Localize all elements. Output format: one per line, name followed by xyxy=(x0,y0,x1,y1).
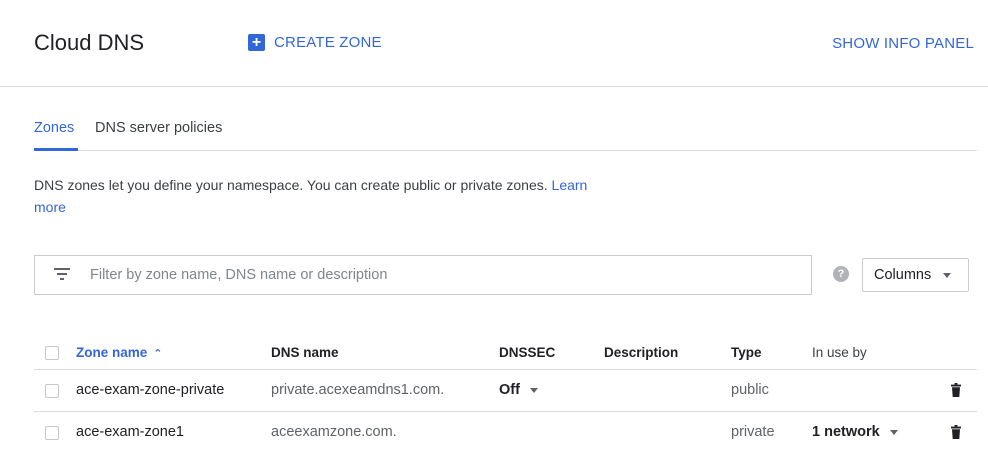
zone-name-header-label: Zone name xyxy=(76,345,148,360)
row-divider xyxy=(34,411,977,412)
dnssec-dropdown[interactable]: Off xyxy=(499,382,538,398)
columns-dropdown[interactable]: Columns xyxy=(862,258,969,292)
dns-name-cell: aceexamzone.com. xyxy=(271,424,397,440)
help-icon[interactable]: ? xyxy=(833,266,849,282)
header-divider xyxy=(0,86,988,87)
column-header-dns-name[interactable]: DNS name xyxy=(271,345,339,360)
page-title: Cloud DNS xyxy=(34,30,145,55)
column-header-description[interactable]: Description xyxy=(604,345,678,360)
sort-ascending-icon: ⌃ xyxy=(153,348,163,360)
row-checkbox[interactable] xyxy=(45,426,59,440)
description-text: DNS zones let you define your namespace.… xyxy=(34,177,548,193)
page-description: DNS zones let you define your namespace.… xyxy=(34,174,594,218)
tab-dns-server-policies[interactable]: DNS server policies xyxy=(95,120,222,136)
type-cell: public xyxy=(731,382,769,398)
type-cell: private xyxy=(731,424,775,440)
add-box-icon: + xyxy=(248,34,265,51)
column-header-zone-name[interactable]: Zone name ⌃ xyxy=(76,345,162,360)
tabs-divider xyxy=(34,150,977,151)
column-header-in-use-by[interactable]: In use by xyxy=(812,345,867,360)
dns-name-cell: private.acexeamdns1.com. xyxy=(271,382,445,398)
tab-zones[interactable]: Zones xyxy=(34,120,74,136)
show-info-panel-button[interactable]: SHOW INFO PANEL xyxy=(832,35,974,52)
delete-icon[interactable] xyxy=(951,425,961,439)
columns-label: Columns xyxy=(874,267,932,283)
in-use-by-value: 1 network xyxy=(812,424,880,440)
create-zone-button[interactable]: + CREATE ZONE xyxy=(248,34,382,51)
column-header-type[interactable]: Type xyxy=(731,345,762,360)
chevron-down-icon xyxy=(943,272,952,278)
delete-icon[interactable] xyxy=(951,383,961,397)
filter-list-icon xyxy=(54,267,70,281)
select-all-checkbox[interactable] xyxy=(45,346,59,360)
row-checkbox[interactable] xyxy=(45,384,59,398)
zone-name-cell[interactable]: ace-exam-zone-private xyxy=(76,382,224,398)
table-header-divider xyxy=(34,369,977,370)
filter-input[interactable] xyxy=(90,264,790,286)
in-use-by-dropdown[interactable]: 1 network xyxy=(812,424,898,440)
dnssec-value: Off xyxy=(499,382,520,398)
zone-name-cell[interactable]: ace-exam-zone1 xyxy=(76,424,184,440)
chevron-down-icon xyxy=(889,429,898,435)
column-header-dnssec[interactable]: DNSSEC xyxy=(499,345,555,360)
create-zone-label: CREATE ZONE xyxy=(274,34,382,51)
chevron-down-icon xyxy=(529,387,538,393)
active-tab-indicator xyxy=(34,148,78,151)
